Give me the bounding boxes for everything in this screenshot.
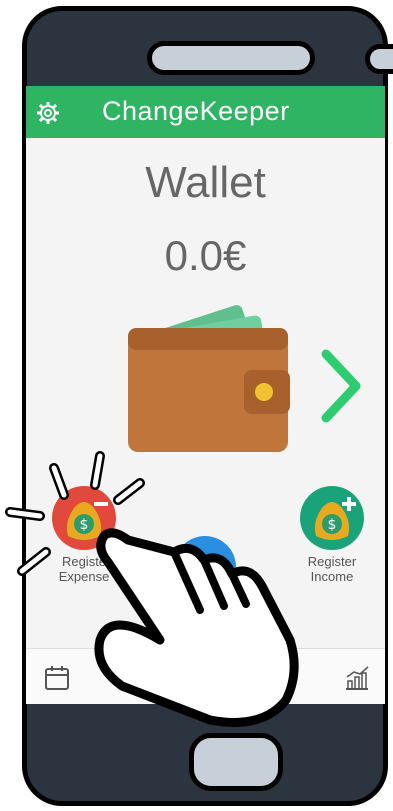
wallet-icon xyxy=(128,305,290,452)
phone-speaker xyxy=(147,41,315,75)
app-title: ChangeKeeper xyxy=(102,96,290,126)
app-bar: ChangeKeeper xyxy=(26,86,385,138)
phone-camera xyxy=(365,44,393,74)
hand-pointer-icon xyxy=(5,451,299,727)
wallet-balance: 0.0€ xyxy=(164,232,247,279)
phone-home-button[interactable] xyxy=(189,733,283,791)
wallet-title: Wallet xyxy=(145,158,266,207)
chevron-right-icon[interactable] xyxy=(320,348,364,424)
gear-icon[interactable] xyxy=(36,101,60,125)
